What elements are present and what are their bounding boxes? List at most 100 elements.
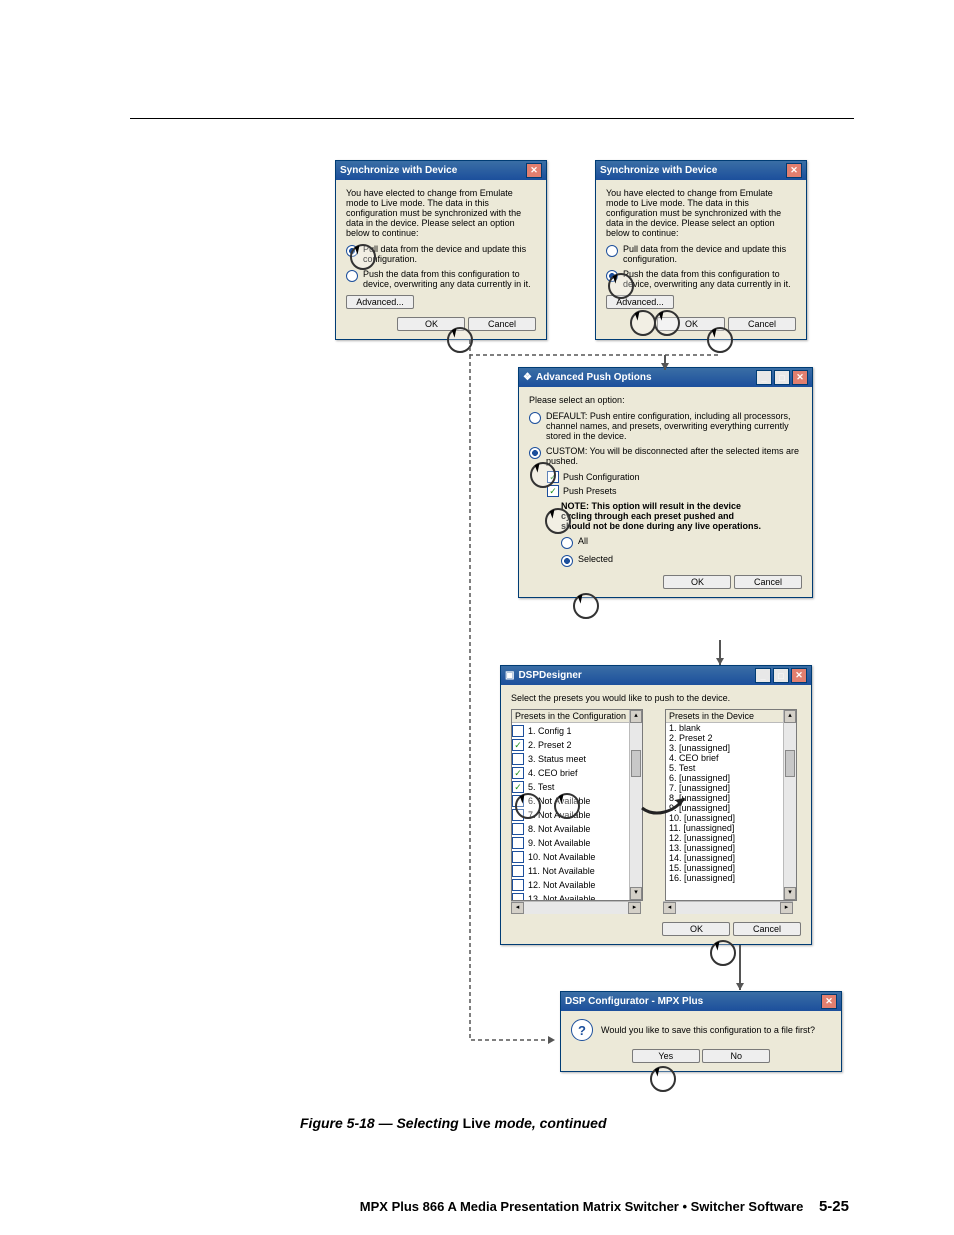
radio-default-label: DEFAULT: Push entire configuration, incl… [546, 411, 802, 441]
preset-device-row[interactable]: 3. [unassigned] [666, 743, 784, 753]
preset-device-row[interactable]: 2. Preset 2 [666, 733, 784, 743]
ok-button[interactable]: OK [663, 575, 731, 589]
checkbox-icon[interactable] [512, 837, 524, 849]
preset-device-row[interactable]: 4. CEO brief [666, 753, 784, 763]
radio-all[interactable]: All [561, 536, 802, 549]
preset-device-row[interactable]: 13. [unassigned] [666, 843, 784, 853]
close-icon[interactable]: ✕ [526, 163, 542, 178]
sync-intro: You have elected to change from Emulate … [346, 188, 536, 238]
preset-device-row[interactable]: 1. blank [666, 723, 784, 733]
confirm-message: Would you like to save this configuratio… [601, 1025, 815, 1035]
checkbox-icon[interactable] [512, 767, 524, 779]
titlebar: Synchronize with Device ✕ [336, 161, 546, 180]
preset-device-row[interactable]: 6. [unassigned] [666, 773, 784, 783]
caption-prefix: Figure 5-18 — Selecting [300, 1115, 463, 1131]
footer-title: MPX Plus 866 A Media Presentation Matrix… [360, 1199, 804, 1214]
scroll-up-icon[interactable]: ▴ [784, 710, 796, 723]
preset-device-row[interactable]: 14. [unassigned] [666, 853, 784, 863]
radio-custom-label: CUSTOM: You will be disconnected after t… [546, 446, 802, 466]
cursor-highlight [707, 327, 733, 353]
close-icon[interactable]: ✕ [792, 370, 808, 385]
preset-device-row[interactable]: 12. [unassigned] [666, 833, 784, 843]
cancel-button[interactable]: Cancel [468, 317, 536, 331]
preset-device-row[interactable]: 11. [unassigned] [666, 823, 784, 833]
cursor-highlight [515, 793, 541, 819]
scroll-down-icon[interactable]: ▾ [784, 887, 796, 900]
maximize-icon[interactable]: □ [774, 370, 790, 385]
checkbox-icon[interactable] [512, 893, 524, 901]
radio-all-label: All [578, 536, 588, 546]
preset-device-row[interactable]: 16. [unassigned] [666, 873, 784, 883]
titlebar: DSP Configurator - MPX Plus ✕ [561, 992, 841, 1011]
preset-config-row[interactable]: 9. Not Available [512, 837, 630, 849]
checkbox-icon[interactable] [512, 781, 524, 793]
advanced-button[interactable]: Advanced... [346, 295, 414, 309]
preset-config-row[interactable]: 4. CEO brief [512, 767, 630, 779]
scroll-thumb[interactable] [785, 750, 795, 777]
scroll-down-icon[interactable]: ▾ [630, 887, 642, 900]
question-icon: ? [571, 1019, 593, 1041]
minimize-icon[interactable]: _ [755, 668, 771, 683]
close-icon[interactable]: ✕ [791, 668, 807, 683]
no-button[interactable]: No [702, 1049, 770, 1063]
cancel-button[interactable]: Cancel [734, 575, 802, 589]
radio-default[interactable]: DEFAULT: Push entire configuration, incl… [529, 411, 802, 441]
radio-custom[interactable]: CUSTOM: You will be disconnected after t… [529, 446, 802, 466]
preset-config-row[interactable]: 3. Status meet [512, 753, 630, 765]
confirm-dialog: DSP Configurator - MPX Plus ✕ ? Would yo… [560, 991, 842, 1072]
dialog-title: DSP Configurator - MPX Plus [565, 996, 819, 1007]
sync-dialog-right: Synchronize with Device ✕ You have elect… [595, 160, 807, 340]
preset-label: 13. Not Available [528, 894, 595, 901]
checkbox-icon[interactable] [512, 725, 524, 737]
preset-label: 11. Not Available [528, 866, 595, 876]
advanced-push-dialog: ❖ Advanced Push Options _ □ ✕ Please sel… [518, 367, 813, 598]
checkbox-icon[interactable] [512, 823, 524, 835]
close-icon[interactable]: ✕ [821, 994, 837, 1009]
checkbox-icon[interactable] [512, 851, 524, 863]
preset-label: 8. Not Available [528, 824, 590, 834]
radio-selected[interactable]: Selected [561, 554, 802, 567]
preset-config-row[interactable]: 13. Not Available [512, 893, 630, 901]
preset-label: 3. Status meet [528, 754, 586, 764]
radio-push[interactable]: Push the data from this configuration to… [606, 269, 796, 289]
checkbox-icon[interactable] [512, 879, 524, 891]
preset-config-row[interactable]: 1. Config 1 [512, 725, 630, 737]
yes-button[interactable]: Yes [632, 1049, 700, 1063]
caption-bold: Live [463, 1115, 491, 1131]
preset-device-row[interactable]: 5. Test [666, 763, 784, 773]
preset-device-row[interactable]: 15. [unassigned] [666, 863, 784, 873]
preset-label: 4. CEO brief [528, 768, 578, 778]
scrollbar-horizontal[interactable]: ◂▸ [511, 901, 641, 914]
caption-suffix: mode, continued [491, 1115, 607, 1131]
scroll-thumb[interactable] [631, 750, 641, 777]
close-icon[interactable]: ✕ [786, 163, 802, 178]
scroll-up-icon[interactable]: ▴ [630, 710, 642, 723]
preset-config-row[interactable]: 10. Not Available [512, 851, 630, 863]
scrollbar-vertical[interactable]: ▴ ▾ [783, 710, 796, 900]
maximize-icon[interactable]: □ [773, 668, 789, 683]
check-label: Push Configuration [563, 472, 640, 482]
preset-config-row[interactable]: 8. Not Available [512, 823, 630, 835]
minimize-icon[interactable]: _ [756, 370, 772, 385]
radio-pull[interactable]: Pull data from the device and update thi… [606, 244, 796, 264]
check-push-presets[interactable]: Push Presets [547, 485, 802, 497]
cancel-button[interactable]: Cancel [733, 922, 801, 936]
preset-label: 2. Preset 2 [528, 740, 572, 750]
dialog-title: DSPDesigner [518, 670, 753, 681]
preset-config-row[interactable]: 5. Test [512, 781, 630, 793]
checkbox-icon[interactable] [512, 865, 524, 877]
preset-config-row[interactable]: 12. Not Available [512, 879, 630, 891]
ok-button[interactable]: OK [662, 922, 730, 936]
arrow-icon [640, 790, 690, 820]
radio-push[interactable]: Push the data from this configuration to… [346, 269, 536, 289]
scrollbar-horizontal[interactable]: ◂▸ [663, 901, 793, 914]
list-header: Presets in the Configuration [512, 710, 642, 723]
checkbox-icon[interactable] [512, 739, 524, 751]
preset-config-row[interactable]: 2. Preset 2 [512, 739, 630, 751]
check-push-config[interactable]: Push Configuration [547, 471, 802, 483]
checkbox-icon[interactable] [512, 753, 524, 765]
cursor-highlight [710, 940, 736, 966]
please-select: Please select an option: [529, 395, 802, 405]
preset-config-row[interactable]: 11. Not Available [512, 865, 630, 877]
cancel-button[interactable]: Cancel [728, 317, 796, 331]
